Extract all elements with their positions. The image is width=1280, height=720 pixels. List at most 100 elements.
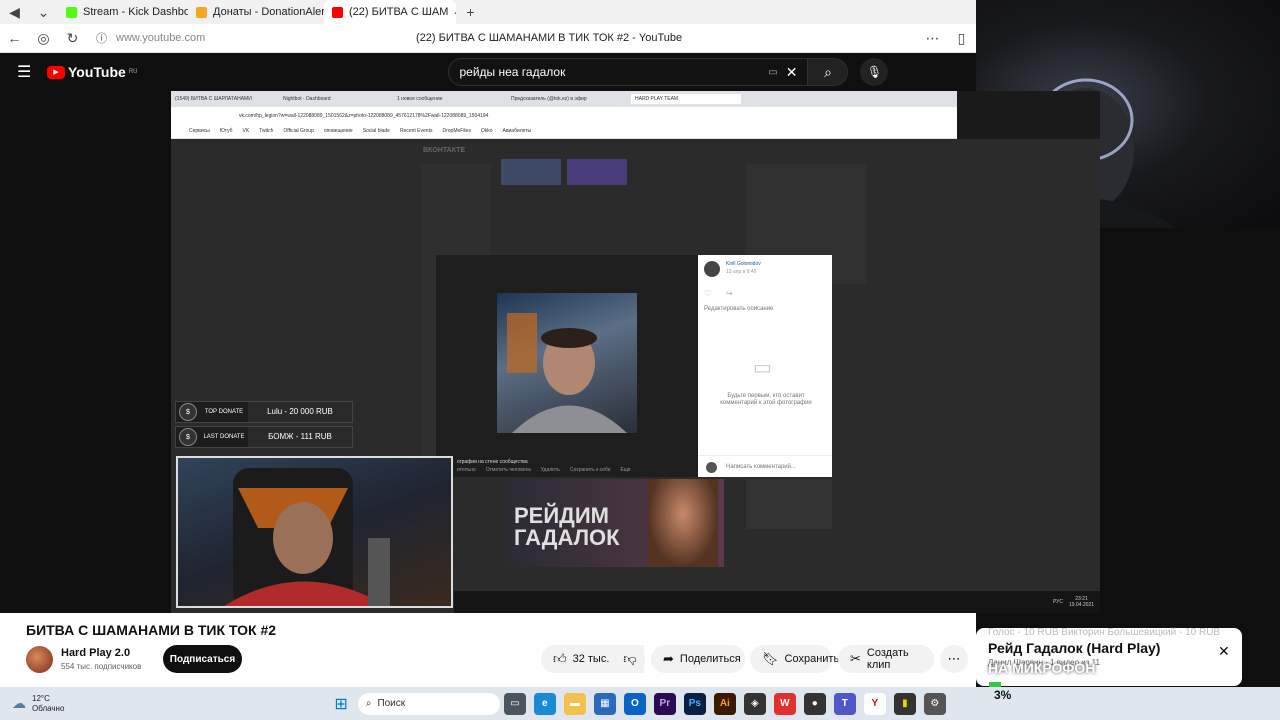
share-icon[interactable]: ↪ [726,289,733,298]
taskbar-search[interactable]: ⌕ Поиск [357,692,500,715]
thumbnail-person [648,479,718,567]
photoshop-icon[interactable]: Ps [683,692,706,715]
keyboard-icon[interactable]: ▭ [768,67,777,78]
obs-icon[interactable]: ● [803,692,826,715]
outlook-icon[interactable]: O [623,692,646,715]
inner-browser-tabs: (1549) БИТВА С ШАРЛАТАНАМИ Nightbot - Da… [171,91,957,107]
voice-search-button[interactable]: 🎙︎ [860,58,889,86]
playlist-panel: Голос - 10 RUB Викторин Большевицкий - 1… [976,627,1242,686]
playlist-title[interactable]: Рейд Гадалок (Hard Play) [988,640,1160,656]
store-icon[interactable]: ▦ [593,692,616,715]
bookmark-icon: 🔖︎ [762,651,779,666]
tab-label: Донаты - DonationAlerts [213,6,324,18]
comment-input[interactable]: Написать комментарий... [698,455,832,477]
save-button[interactable]: 🔖︎ Сохранить [750,645,839,673]
last-donate-value: БОМЖ - 111 RUB [248,427,352,447]
windows-taskbar: ☁ 12°C Облачно ⊞ ⌕ Поиск ▭ e ▬ ▦ O Pr Ps… [0,687,1280,720]
thumbs-down-icon: 👎︎ [623,651,637,666]
taskbar-search-label: Поиск [377,698,406,709]
edit-description[interactable]: Редактировать описание [704,306,773,312]
video-player[interactable]: (1549) БИТВА С ШАРЛАТАНАМИ Nightbot - Da… [171,91,1100,613]
bookmark-item: DropMeFiles [442,128,471,134]
inner-url: vk.com/hp_legion?w=wall-122088089_150156… [239,112,489,119]
chevron-down-icon[interactable]: ⌄ [29,4,58,21]
photo-caption: ографии на стене сообщества [457,459,528,465]
url-text[interactable]: www.youtube.com [116,32,416,44]
like-count: 32 тыс. [572,653,610,665]
app-yellow-icon[interactable]: ▮ [893,692,916,715]
clip-button[interactable]: ✂ Создать клип [838,645,934,673]
app-red-icon[interactable]: W [773,692,796,715]
bookmark-icon[interactable]: ▯ [947,30,976,47]
edge-icon[interactable]: e [533,692,556,715]
share-icon: ➦ [663,651,674,666]
video-info: БИТВА С ШАМАНАМИ В ТИК ТОК #2 Hard Play … [0,613,976,687]
task-view-icon[interactable]: ▭ [503,692,526,715]
share-button[interactable]: ➦ Поделиться [651,645,745,673]
video-title: БИТВА С ШАМАНАМИ В ТИК ТОК #2 [26,622,277,638]
inner-bookmarks-bar: Сервисы Ютуб VK Twitch Official Group оповеще… [171,124,957,139]
bookmark-item: Okko [480,128,493,134]
photo-action: Удалить [540,467,560,473]
search-icon: ⌕ [365,698,372,709]
search-input[interactable]: рейды неа гадалок [459,65,768,79]
windows-start-icon[interactable]: ⊞ [334,694,347,714]
weather-temp: 12°C [32,693,50,703]
reload-icon[interactable]: ↻ [58,30,87,47]
premiere-icon[interactable]: Pr [653,692,676,715]
mic-banner: НА МИКРОФОН [988,660,1096,676]
photo-actions: ительно Отметить человека Удалить Сохранить… [457,467,631,473]
bookmark-item: Ютуб [219,128,233,134]
heart-icon[interactable]: ♡ [704,289,711,298]
vk-logo: ВКОНТАКТЕ [423,147,466,154]
avatar [704,261,720,277]
scissors-icon: ✂ [850,651,861,666]
file-explorer-icon[interactable]: ▬ [563,692,586,715]
youtube-logo[interactable]: ▶ YouTube RU [47,64,137,80]
clear-search-icon[interactable]: ✕ [786,64,798,81]
bookmark-item: Social blade [362,128,390,134]
close-icon[interactable]: ✕ [1218,643,1230,660]
thumbnail-title: РЕЙДИМ ГАДАЛОК [514,503,620,550]
search-button[interactable]: ⌕ [808,58,849,86]
hamburger-menu-icon[interactable]: ☰ [17,62,47,82]
davinci-icon[interactable]: ◈ [743,692,766,715]
more-actions-button[interactable]: ⋯ [940,645,968,673]
bookmark-item: Авиабилеты [502,128,532,134]
app-settings-icon[interactable]: ⚙ [923,692,946,715]
channel-name[interactable]: Hard Play 2.0 [61,647,130,659]
video-thumbnail: РЕЙДИМ ГАДАЛОК [508,479,724,567]
ticker-text: Голос - 10 RUB Викторин Большевицкий - 1… [988,627,1221,638]
teams-icon[interactable]: T [833,692,856,715]
tab-donationalerts[interactable]: Донаты - DonationAlerts [188,0,324,24]
back-icon[interactable]: ← [0,30,29,46]
channel-avatar[interactable] [26,646,53,673]
bookmark-item: Official Group [283,128,314,134]
photo-action: Ещё [620,467,631,473]
menu-dots-icon[interactable]: ⋯ [918,30,947,47]
comment-author[interactable]: Kirill Golomidov [726,261,761,267]
inner-tab: Предсказатель (@tok.ez) в эфир [511,96,587,102]
tab-youtube[interactable]: (22) БИТВА С ШАМ ◀) ✕ [324,0,456,24]
photo-image [497,293,637,433]
bookmark-item: Twitch [259,128,274,134]
illustrator-icon[interactable]: Ai [713,692,736,715]
new-tab-icon[interactable]: + [456,4,485,20]
page-title: (22) БИТВА С ШАМАНАМИ В ТИК ТОК #2 - You… [416,32,683,44]
dislike-button[interactable]: 👎︎ [615,645,645,673]
yandex-browser-icon[interactable]: Y [863,692,886,715]
tab-kick[interactable]: Stream - Kick Dashboard [58,0,188,24]
mic-percent: 3% [994,688,1012,702]
weather-widget[interactable]: 12°C Облачно [32,694,64,714]
empty-comments-text: Будьте первым, кто оставит комментарий к… [720,393,812,406]
bookmark-item: VK [242,128,250,134]
region-badge: RU [128,69,138,75]
search-box[interactable]: рейды неа гадалок ▭ ✕ [448,58,809,86]
photo-comments-panel: Kirill Golomidov 13 апр в 9:40 ♡ ↪ Редак… [698,255,832,477]
bookmark-item: Сервисы [189,128,210,134]
subscriber-count: 554 тыс. подписчиков [61,662,142,671]
cloud-icon: ☁ [12,695,26,711]
shield-icon[interactable]: ◎ [29,30,58,47]
audio-icon[interactable]: ◀ [0,4,29,21]
subscribe-button[interactable]: Подписаться [163,645,242,673]
